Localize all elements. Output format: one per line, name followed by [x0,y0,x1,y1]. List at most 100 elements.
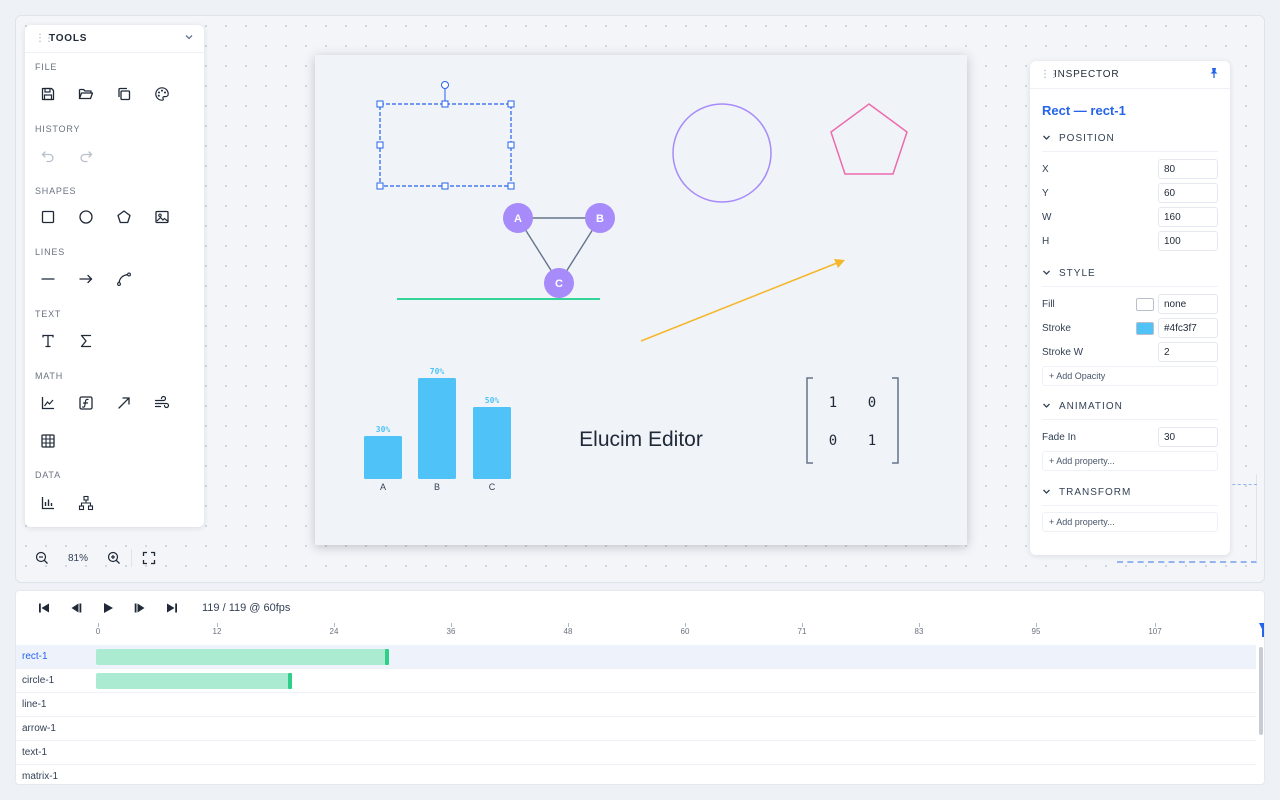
theme-button[interactable] [149,81,175,107]
resize-handle-e[interactable] [507,141,515,149]
open-button[interactable] [73,81,99,107]
clip-resize-handle[interactable] [288,673,292,689]
timeline-track-arrow-1[interactable]: arrow-1 [16,717,1256,741]
section-title-position: POSITION [1059,133,1115,144]
timeline-track-circle-1[interactable]: circle-1 [16,669,1256,693]
fullscreen-icon [142,551,156,565]
clip-resize-handle[interactable] [385,649,389,665]
graph-shape[interactable]: A B C [503,203,615,298]
vector-field-tool-button[interactable] [149,390,175,416]
stroke-input[interactable]: #4fc3f7 [1158,318,1218,338]
matrix-1-shape[interactable]: 1 0 0 1 [806,377,899,464]
arrow-tool-button[interactable] [73,266,99,292]
section-toggle-position[interactable]: POSITION [1042,133,1218,144]
image-tool-button[interactable] [149,204,175,230]
timeline-track-matrix-1[interactable]: matrix-1 [16,765,1256,784]
prop-label-y: Y [1042,188,1049,199]
text-tool-button[interactable] [35,328,61,354]
canvas-drawing[interactable]: A B C 30% 70% 50% A B C Elucim Editor 1 … [315,55,967,545]
resize-handle-ne[interactable] [507,100,515,108]
stroke-width-input[interactable]: 2 [1158,342,1218,362]
skip-to-start-button[interactable] [28,598,60,618]
resize-handle-sw[interactable] [376,182,384,190]
polygon-tool-button[interactable] [111,204,137,230]
y-input[interactable]: 60 [1158,183,1218,203]
chevron-down-icon[interactable] [184,32,194,45]
track-clip[interactable] [96,673,292,689]
undo-button[interactable] [35,143,61,169]
function-plot-tool-button[interactable] [73,390,99,416]
add-animation-property-button[interactable]: + Add property... [1042,451,1218,471]
bar-b [418,378,456,479]
timeline-ruler[interactable]: 0 12 24 36 48 60 71 83 95 107 [16,619,1264,645]
resize-handle-n[interactable] [441,100,449,108]
text-1-shape[interactable]: Elucim Editor [579,428,703,451]
rotate-handle[interactable] [441,81,449,89]
network-icon [78,495,94,511]
bar-chart-tool-button[interactable] [35,490,61,516]
prop-label-fill: Fill [1042,299,1055,310]
circle-tool-button[interactable] [73,204,99,230]
tools-panel-title: TOOLS [49,33,88,44]
save-button[interactable] [35,81,61,107]
x-input[interactable]: 80 [1158,159,1218,179]
matrix-tool-button[interactable] [35,428,61,454]
timeline-track-rect-1[interactable]: rect-1 [16,645,1256,669]
curve-tool-button[interactable] [111,266,137,292]
zoom-out-button[interactable] [31,547,53,569]
canvas[interactable]: A B C 30% 70% 50% A B C Elucim Editor 1 … [315,55,967,545]
resize-handle-se[interactable] [507,182,515,190]
zoom-in-button[interactable] [103,547,125,569]
playhead-line [1262,629,1264,637]
zoom-level[interactable]: 81% [53,553,103,564]
duplicate-button[interactable] [111,81,137,107]
section-toggle-style[interactable]: STYLE [1042,268,1218,279]
graph-node-label: B [596,213,604,225]
track-label: circle-1 [22,675,55,686]
chart-axes-icon [41,397,54,410]
inspector-header[interactable]: ⋮⋮ INSPECTOR [1030,61,1230,89]
line-tool-button[interactable] [35,266,61,292]
timeline-track-line-1[interactable]: line-1 [16,693,1256,717]
add-opacity-button[interactable]: + Add Opacity [1042,366,1218,386]
add-transform-property-button[interactable]: + Add property... [1042,512,1218,532]
height-input[interactable]: 100 [1158,231,1218,251]
width-input[interactable]: 160 [1158,207,1218,227]
graph-tool-button[interactable] [73,490,99,516]
drag-grip-icon[interactable]: ⋮⋮ [35,33,54,44]
ruler-tick-label: 107 [1148,627,1162,636]
track-clip[interactable] [96,649,389,665]
timeline-track-text-1[interactable]: text-1 [16,741,1256,765]
section-toggle-animation[interactable]: ANIMATION [1042,401,1218,412]
vector-tool-button[interactable] [111,390,137,416]
redo-button[interactable] [73,143,99,169]
drag-grip-icon[interactable]: ⋮⋮ [1040,69,1059,80]
timeline-scrollbar[interactable] [1259,647,1263,735]
rectangle-tool-button[interactable] [35,204,61,230]
stroke-color-swatch[interactable] [1136,322,1154,335]
pin-icon[interactable] [1208,67,1220,82]
step-forward-button[interactable] [124,598,156,618]
bar-chart-shape[interactable]: 30% 70% 50% A B C [364,367,511,492]
fit-to-screen-button[interactable] [138,547,160,569]
resize-handle-nw[interactable] [376,100,384,108]
play-button[interactable] [92,598,124,618]
section-toggle-transform[interactable]: TRANSFORM [1042,487,1218,498]
fill-input[interactable]: none [1158,294,1218,314]
resize-handle-s[interactable] [441,182,449,190]
pentagon-shape[interactable] [830,103,908,175]
undo-icon [41,151,54,163]
resize-handle-w[interactable] [376,141,384,149]
circle-1-shape[interactable] [672,103,772,203]
tools-panel-header[interactable]: ⋮⋮ TOOLS [25,25,204,53]
skip-to-end-button[interactable] [156,598,188,618]
skip-back-icon [39,603,49,613]
latex-tool-button[interactable] [73,328,99,354]
arrow-1-shape[interactable] [640,259,845,342]
axes-tool-button[interactable] [35,390,61,416]
fade-in-input[interactable]: 30 [1158,427,1218,447]
track-label: text-1 [22,747,48,758]
fill-color-swatch[interactable] [1136,298,1154,311]
rect-1-shape[interactable] [376,81,515,190]
step-back-button[interactable] [60,598,92,618]
